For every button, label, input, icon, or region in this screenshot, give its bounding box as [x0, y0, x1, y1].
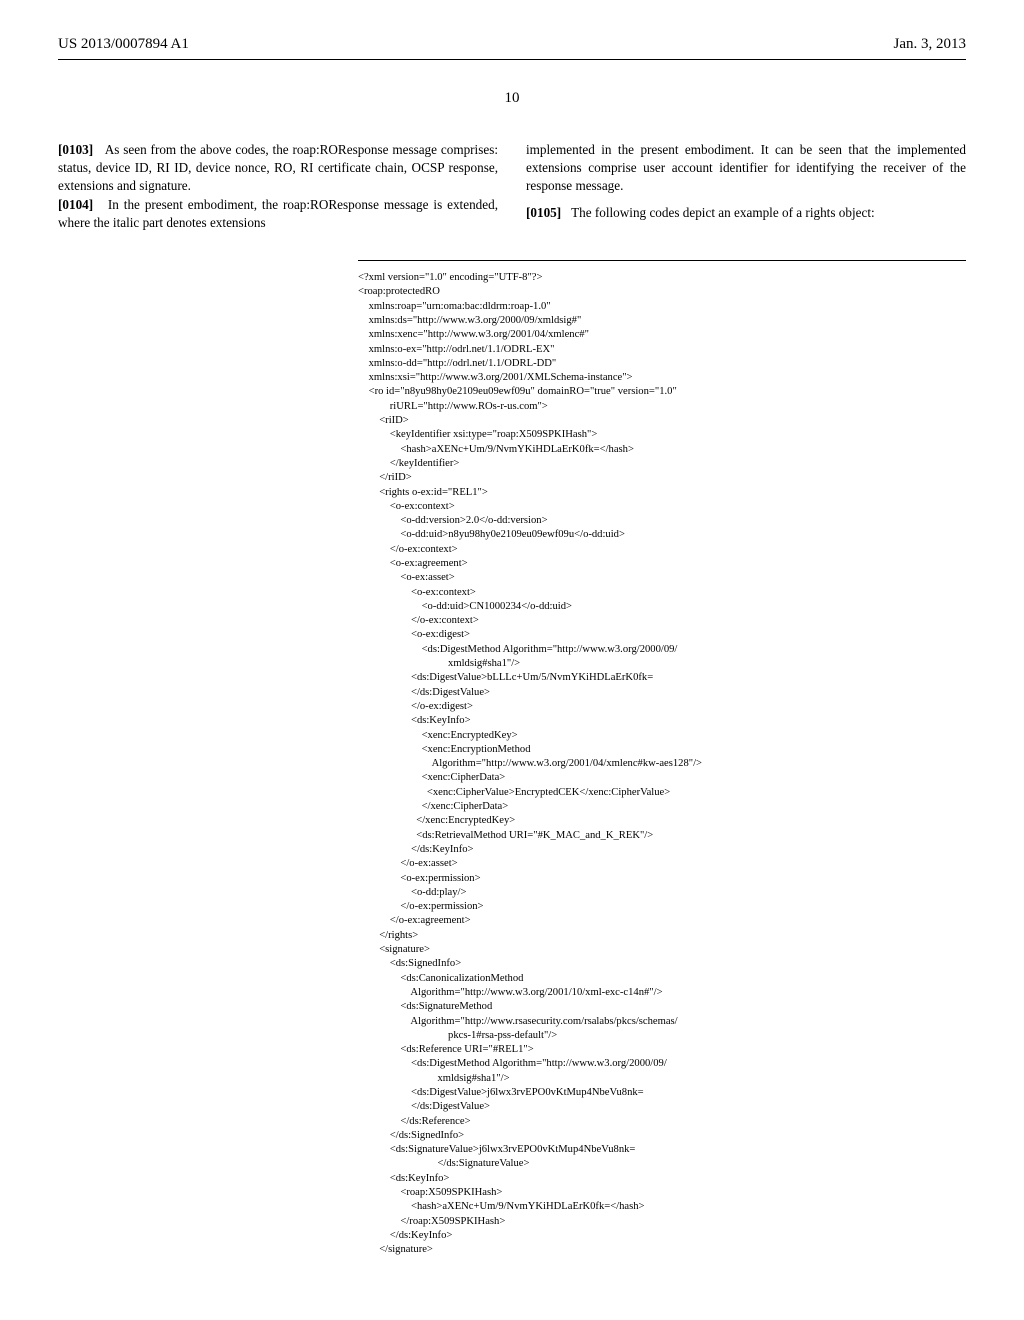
paragraph-0103: [0103] As seen from the above codes, the…	[58, 141, 498, 194]
paragraph-0104: [0104] In the present embodiment, the ro…	[58, 196, 498, 232]
paragraph-number: [0103]	[58, 142, 93, 157]
paragraph-text: implemented in the present embodiment. I…	[526, 142, 966, 193]
left-column: [0103] As seen from the above codes, the…	[58, 141, 498, 234]
paragraph-0105: [0105] The following codes depict an exa…	[526, 204, 966, 222]
paragraph-text: In the present embodiment, the roap:RORe…	[58, 197, 498, 230]
paragraph-number: [0105]	[526, 205, 561, 220]
right-column: implemented in the present embodiment. I…	[526, 141, 966, 234]
paragraph-text: As seen from the above codes, the roap:R…	[58, 142, 498, 193]
page-number: 10	[58, 90, 966, 107]
page-header: US 2013/0007894 A1 Jan. 3, 2013	[58, 36, 966, 60]
publication-date: Jan. 3, 2013	[894, 36, 967, 53]
publication-number: US 2013/0007894 A1	[58, 36, 189, 53]
two-column-body: [0103] As seen from the above codes, the…	[58, 141, 966, 234]
paragraph-text: The following codes depict an example of…	[571, 205, 875, 220]
paragraph-number: [0104]	[58, 197, 93, 212]
xml-code-listing: <?xml version="1.0" encoding="UTF-8"?> <…	[358, 260, 966, 1257]
paragraph-0104-continued: implemented in the present embodiment. I…	[526, 141, 966, 194]
